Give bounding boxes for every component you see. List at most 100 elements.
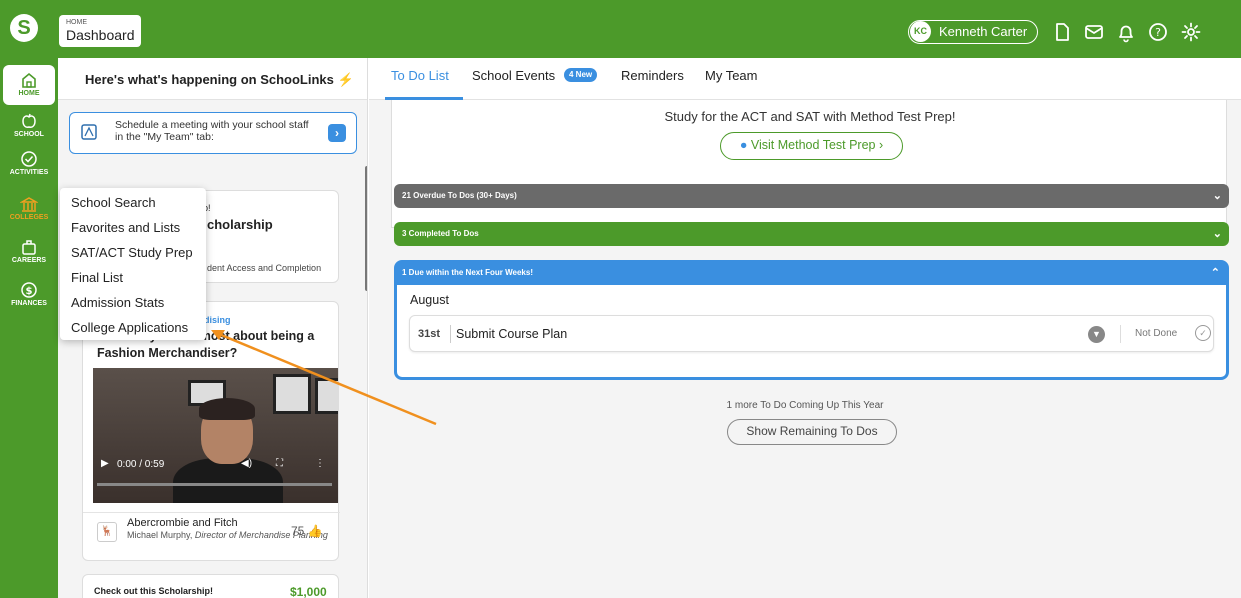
breadcrumb: HOME Dashboard [59,15,141,47]
help-icon[interactable]: ? [1147,21,1169,43]
top-bar: S HOME Dashboard KC Kenneth Carter ? [0,0,1241,58]
menu-item-favorites[interactable]: Favorites and Lists [60,215,206,240]
meeting-arrow-button[interactable]: › [328,124,346,142]
document-icon[interactable] [1051,21,1073,43]
mail-icon[interactable] [1083,21,1105,43]
svg-text:?: ? [1155,26,1161,39]
method-logo-icon: ● [739,138,748,152]
speaker-body [173,458,283,503]
menu-item-college-applications[interactable]: College Applications [60,315,206,340]
fullscreen-icon[interactable]: ⛶ [276,458,283,469]
company-logo: 🦌 [97,522,117,542]
feed-header: Here's what's happening on SchooLinks ⚡ [58,58,367,100]
rail-item-careers[interactable]: CAREERS [0,238,58,264]
lightning-icon: ⚡ [337,72,354,87]
college-icon [20,197,38,212]
section-title: 1 Due within the Next Four Weeks! [402,268,533,277]
user-menu-button[interactable]: KC Kenneth Carter [908,20,1038,44]
tab-school-events[interactable]: School Events [472,68,555,83]
upcoming-todos-text: 1 more To Do Coming Up This Year [726,400,884,411]
show-remaining-button[interactable]: Show Remaining To Dos [727,419,897,445]
new-events-badge: 4 New [564,68,598,82]
menu-item-final-list[interactable]: Final List [60,265,206,290]
visit-test-prep-button[interactable]: ● Visit Method Test Prep › [720,132,903,160]
left-rail: HOME SCHOOL ACTIVITIES COLLEGES CAREERS … [0,58,58,598]
card-footer: dent Access and Completion [207,263,322,273]
rail-label: COLLEGES [9,214,49,221]
card-title: cholarship [207,217,273,232]
more-options-icon[interactable]: ⋮ [315,458,325,469]
month-label: August [410,293,449,307]
tab-my-team[interactable]: My Team [705,68,758,83]
meeting-banner[interactable]: Schedule a meeting with your school staf… [69,112,357,154]
scholarship-amount: $1,000 [290,585,327,598]
rail-label: FINANCES [11,300,47,307]
overdue-todos-section[interactable]: 21 Overdue To Dos (30+ Days) ⌄ [394,184,1229,208]
menu-item-admission-stats[interactable]: Admission Stats [60,290,206,315]
rail-item-activities[interactable]: ACTIVITIES [0,150,58,176]
volume-icon[interactable]: ◀) [241,458,252,469]
play-icon[interactable]: ▶ [101,458,109,469]
chevron-down-icon: ⌄ [1212,228,1222,240]
main-content: To Do List School Events 4 New Reminders… [369,58,1241,598]
page-title: Dashboard [66,27,135,43]
thumbs-up-icon: 👍 [307,524,323,538]
mark-done-checkbox[interactable]: ✓ [1195,325,1211,341]
expand-icon[interactable]: ▼ [1088,326,1105,343]
svg-text:$: $ [26,286,33,297]
check-circle-icon [21,151,37,167]
promo-text: Study for the ACT and SAT with Method Te… [664,109,956,124]
todo-title: Submit Course Plan [456,327,568,341]
schoolinks-logo[interactable]: S [10,14,38,42]
career-video-card[interactable]: dising What do you like most about being… [82,301,340,561]
colleges-menu: School Search Favorites and Lists SAT/AC… [60,188,206,340]
like-button[interactable]: 75 👍 [291,524,323,538]
tab-reminders[interactable]: Reminders [621,68,684,83]
feed-title: Here's what's happening on SchooLinks [85,72,334,87]
avatar: KC [910,21,931,42]
user-name: Kenneth Carter [939,24,1028,39]
divider [1120,325,1121,343]
menu-item-study-prep[interactable]: SAT/ACT Study Prep [60,240,206,265]
completed-todos-section[interactable]: 3 Completed To Dos ⌄ [394,222,1229,246]
menu-item-school-search[interactable]: School Search [60,190,206,215]
gear-icon[interactable] [1180,21,1202,43]
rail-item-finances[interactable]: $ FINANCES [0,281,58,307]
divider [83,512,340,513]
home-icon [22,72,36,88]
todo-row[interactable]: 31st Submit Course Plan ▼ Not Done ✓ [409,315,1214,352]
tab-todo-list[interactable]: To Do List [391,68,449,83]
apple-icon [22,113,36,128]
like-count: 75 [291,524,305,538]
company-name: Abercrombie and Fitch [127,517,238,529]
due-day: 31st [418,328,441,340]
briefcase-icon [22,240,36,255]
money-icon: $ [21,282,37,298]
scholarship-card[interactable]: Check out this Scholarship! $1,000 [82,574,339,598]
section-title: 21 Overdue To Dos (30+ Days) [402,191,517,200]
rail-item-home[interactable]: HOME [3,65,55,105]
rail-item-colleges[interactable]: COLLEGES [0,195,58,221]
divider [450,325,451,343]
speaker-name: Michael Murphy, [127,530,193,540]
todo-status: Not Done [1135,328,1178,339]
video-progress-bar[interactable] [97,483,332,486]
section-title: 3 Completed To Dos [402,229,479,238]
video-time: 0:00 / 0:59 [117,459,165,470]
due-section-header[interactable]: 1 Due within the Next Four Weeks! ⌃ [397,263,1226,285]
chevron-down-icon: ⌄ [1212,190,1222,202]
card-title: Check out this Scholarship! [94,586,214,596]
speaker-hair [199,398,255,420]
rail-label: CAREERS [11,257,47,264]
feed-scrollbar[interactable] [365,166,367,291]
video-player[interactable]: ▶ 0:00 / 0:59 ◀) ⛶ ⋮ [93,368,338,503]
wall-picture [273,374,311,414]
due-soon-section: 1 Due within the Next Four Weeks! ⌃ Augu… [394,260,1229,380]
bell-icon[interactable] [1115,21,1137,43]
meeting-text: Schedule a meeting with your school staf… [115,119,309,143]
button-label: Visit Method Test Prep [750,138,876,152]
card-category: dising [204,315,231,325]
calendar-icon [80,123,98,141]
rail-item-school[interactable]: SCHOOL [0,112,58,138]
rail-label: SCHOOL [14,131,44,138]
